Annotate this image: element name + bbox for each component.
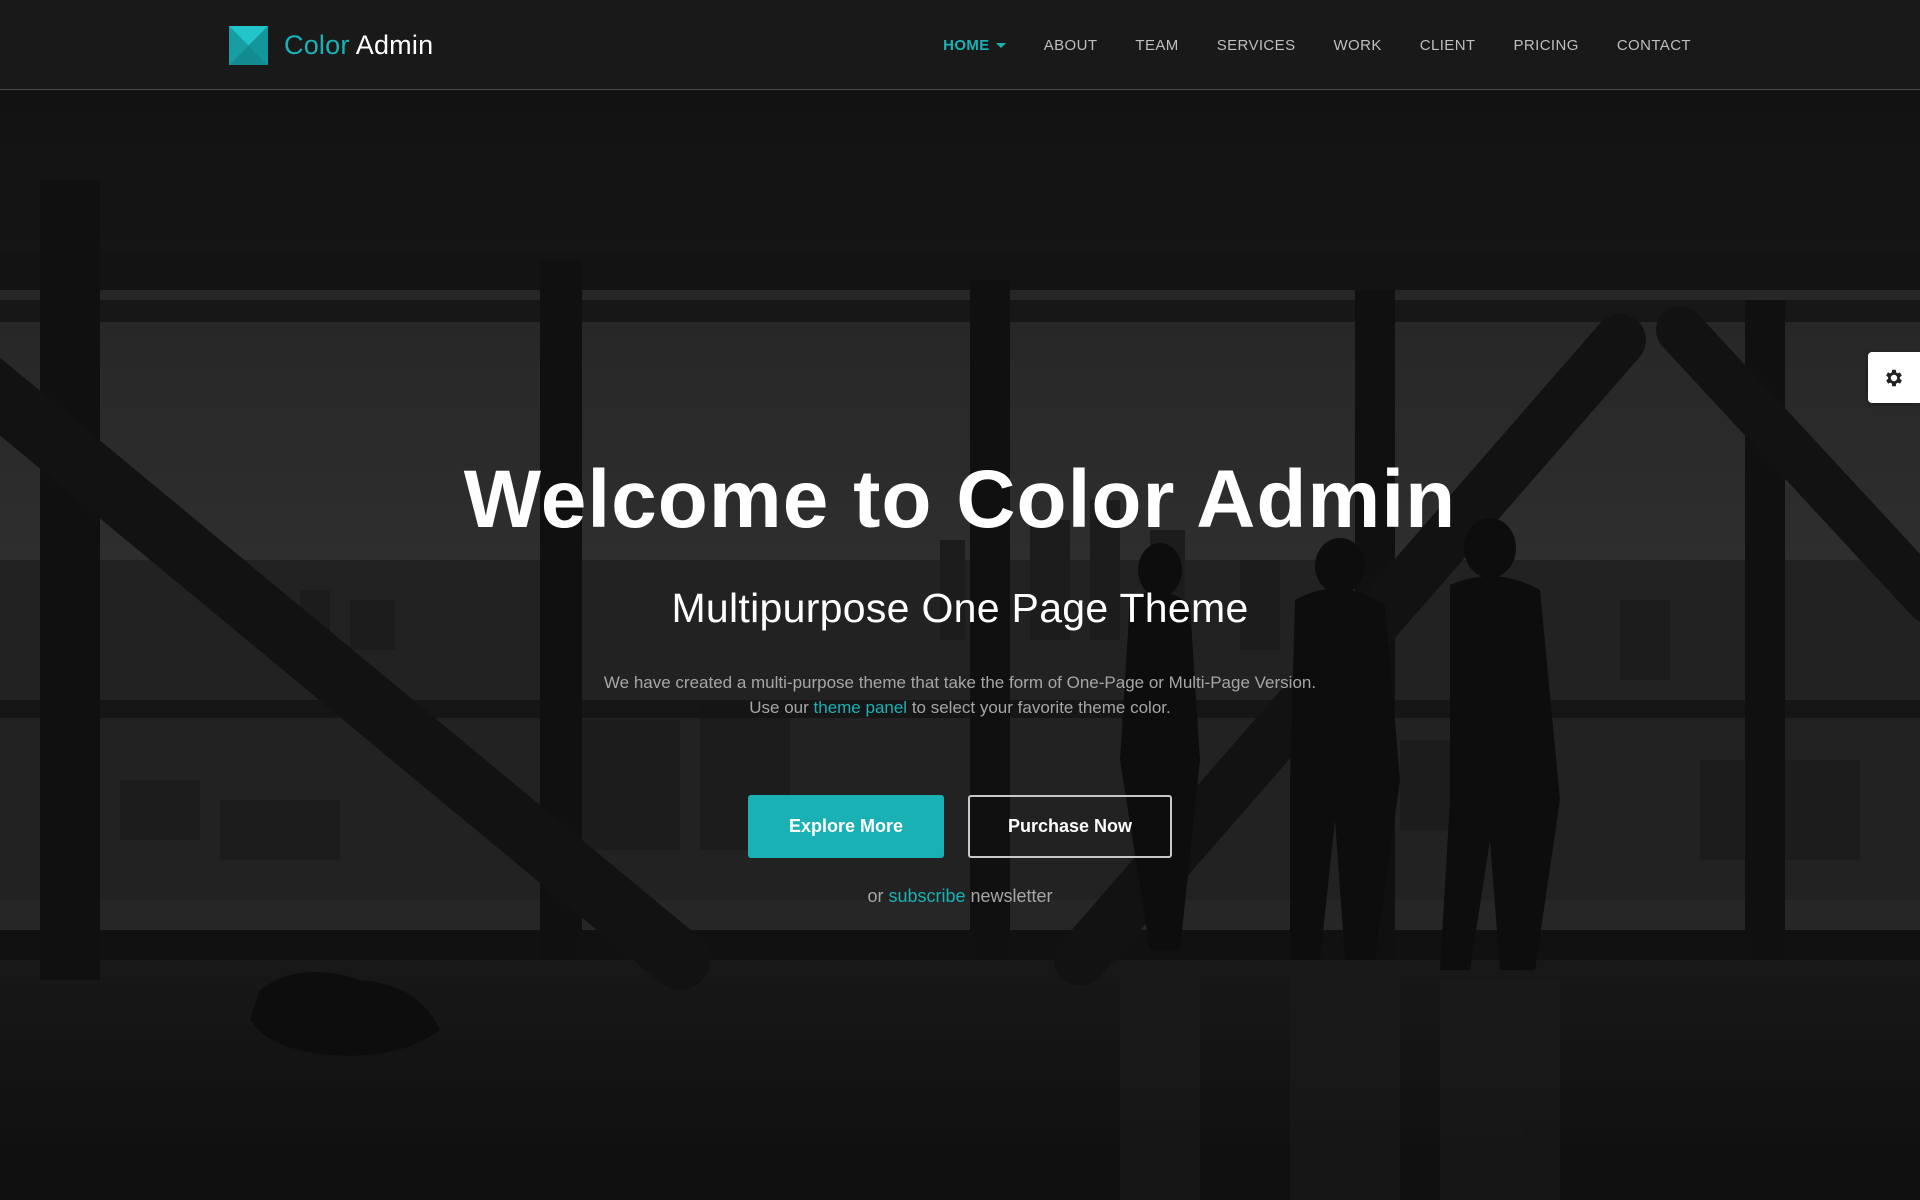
color-admin-logo-icon	[229, 25, 268, 65]
main-nav: HOME ABOUT TEAM SERVICES WORK CLIENT PRI…	[943, 0, 1691, 90]
nav-item-label: HOME	[943, 36, 990, 54]
brand[interactable]: Color Admin	[229, 25, 433, 65]
page: Color Admin HOME ABOUT TEAM SERVICES WOR…	[0, 0, 1920, 1200]
nav-item-home[interactable]: HOME	[943, 37, 1006, 54]
nav-item-label: TEAM	[1135, 36, 1179, 54]
nav-item-label: CLIENT	[1419, 36, 1476, 54]
hero-description-line-2: Use our theme panel to select your favor…	[0, 695, 1920, 720]
theme-panel-link[interactable]: theme panel	[814, 698, 908, 717]
nav-item-contact[interactable]: CONTACT	[1617, 37, 1691, 54]
nav-item-label: PRICING	[1513, 36, 1579, 54]
nav-item-team[interactable]: TEAM	[1135, 37, 1178, 54]
subscribe-note-text: or	[867, 886, 889, 906]
nav-item-label: SERVICES	[1216, 36, 1296, 54]
nav-item-work[interactable]: WORK	[1333, 37, 1381, 54]
nav-item-about[interactable]: ABOUT	[1044, 37, 1098, 54]
subscribe-link[interactable]: subscribe	[888, 886, 965, 906]
hero-description-text: Use our	[749, 698, 814, 717]
hero-description: We have created a multi-purpose theme th…	[0, 670, 1920, 720]
hero-actions: Explore More Purchase Now	[0, 795, 1920, 858]
explore-more-button[interactable]: Explore More	[748, 795, 944, 858]
nav-item-client[interactable]: CLIENT	[1420, 37, 1476, 54]
brand-name-rest: Admin	[355, 29, 434, 60]
brand-name: Color Admin	[284, 30, 433, 61]
gear-icon	[1886, 369, 1902, 386]
caret-down-icon	[995, 43, 1006, 48]
hero-description-line-1: We have created a multi-purpose theme th…	[603, 673, 1317, 692]
nav-item-services[interactable]: SERVICES	[1217, 37, 1296, 54]
hero-description-text: to select your favorite theme color.	[907, 698, 1171, 717]
theme-panel-toggle[interactable]	[1868, 352, 1920, 403]
nav-item-pricing[interactable]: PRICING	[1514, 37, 1579, 54]
hero-subtitle: Multipurpose One Page Theme	[671, 585, 1249, 631]
brand-name-accent: Color	[284, 29, 350, 60]
hero-title: Welcome to Color Admin	[463, 454, 1457, 545]
subscribe-note: or subscribe newsletter	[0, 886, 1920, 907]
nav-item-label: CONTACT	[1616, 36, 1691, 54]
purchase-now-button[interactable]: Purchase Now	[968, 795, 1172, 858]
top-navbar: Color Admin HOME ABOUT TEAM SERVICES WOR…	[0, 0, 1920, 90]
nav-item-label: ABOUT	[1043, 36, 1098, 54]
hero-section: Welcome to Color Admin Multipurpose One …	[0, 0, 1920, 1200]
nav-item-label: WORK	[1333, 36, 1382, 54]
subscribe-note-text: newsletter	[965, 886, 1053, 906]
